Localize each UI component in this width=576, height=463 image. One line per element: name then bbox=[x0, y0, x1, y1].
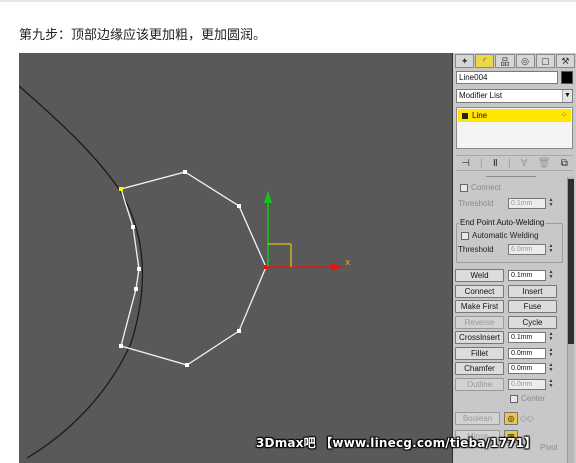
make-first-button[interactable]: Make First bbox=[455, 300, 504, 313]
modifier-list-label: Modifier List bbox=[459, 91, 503, 100]
subobject-dots-icon: ⁘ bbox=[561, 112, 568, 119]
fuse-button[interactable]: Fuse bbox=[508, 300, 557, 313]
site-watermark: 3Dmax吧 【www.linecg.com/tieba/1771】 bbox=[256, 436, 537, 450]
show-end-result-icon[interactable]: Ⅱ bbox=[493, 158, 498, 169]
spinner-arrows-icon[interactable]: ▲ ▼ bbox=[548, 198, 554, 209]
gizmo-x-arrow bbox=[331, 263, 343, 271]
vertex bbox=[131, 225, 135, 229]
connect-option[interactable]: Connect bbox=[460, 183, 501, 192]
spinner-arrows-icon[interactable]: ▲ ▼ bbox=[548, 270, 554, 281]
chevron-down-icon[interactable]: ▼ bbox=[562, 90, 572, 102]
boolean-union-icon[interactable]: ◎ bbox=[504, 412, 518, 425]
cross-insert-spinner[interactable]: 0.1mm bbox=[508, 332, 546, 343]
object-color-swatch[interactable] bbox=[561, 71, 573, 84]
spinner-arrows-icon[interactable]: ▲ ▼ bbox=[548, 379, 554, 390]
modifier-stack[interactable]: Line ⁘ bbox=[456, 107, 573, 149]
hierarchy-tab-icon[interactable]: 品 bbox=[495, 54, 515, 68]
boolean-subtract-icon[interactable]: ◇◇ bbox=[520, 413, 534, 424]
divider: | bbox=[480, 157, 483, 169]
motion-tab-icon[interactable]: ◎ bbox=[515, 54, 535, 68]
vertex bbox=[183, 170, 187, 174]
weld-threshold-label: Threshold bbox=[458, 245, 494, 254]
connect-button[interactable]: Connect bbox=[455, 285, 504, 298]
max-screenshot: x ✦ ◜ 品 ◎ ▢ ⚒ Line004 Modifier List ▼ Li… bbox=[19, 53, 576, 463]
stack-item-label: Line bbox=[472, 111, 488, 120]
center-option[interactable]: Center bbox=[510, 394, 545, 403]
stack-toolbar: ⊣ | Ⅱ | ∀ 🗑 ⧉ bbox=[456, 155, 573, 171]
remove-modifier-icon[interactable]: 🗑 bbox=[538, 158, 551, 169]
cross-insert-button[interactable]: CrossInsert bbox=[455, 331, 504, 344]
vertex bbox=[185, 363, 189, 367]
gizmo-x-label: x bbox=[345, 258, 351, 268]
divider: | bbox=[507, 157, 511, 169]
center-checkbox[interactable] bbox=[510, 394, 518, 403]
top-rule bbox=[0, 0, 576, 2]
pivot-label: Pivot bbox=[540, 443, 558, 452]
fillet-spinner[interactable]: 0.0mm bbox=[508, 348, 546, 359]
threshold-label: Threshold bbox=[458, 199, 494, 208]
automatic-welding-option[interactable]: Automatic Welding bbox=[461, 231, 539, 240]
stack-item-icon bbox=[462, 112, 468, 119]
vertex bbox=[137, 267, 141, 271]
vertex-first bbox=[119, 187, 123, 191]
connect-threshold-spinner[interactable]: 0.1mm bbox=[508, 198, 546, 209]
make-unique-icon[interactable]: ∀ bbox=[521, 158, 528, 169]
outline-spinner[interactable]: 0.0mm bbox=[508, 379, 546, 390]
connect-checkbox[interactable] bbox=[460, 183, 468, 192]
weld-button[interactable]: Weld bbox=[455, 269, 504, 282]
reference-outline-curve bbox=[19, 85, 144, 459]
spline-vertices[interactable] bbox=[119, 170, 268, 367]
pin-stack-icon[interactable]: ⊣ bbox=[461, 158, 470, 169]
center-label: Center bbox=[521, 394, 546, 403]
vertex bbox=[237, 204, 241, 208]
boolean-button[interactable]: Boolean bbox=[455, 412, 500, 425]
display-tab-icon[interactable]: ▢ bbox=[535, 54, 555, 68]
command-panel-tabs: ✦ ◜ 品 ◎ ▢ ⚒ bbox=[455, 54, 576, 68]
scrollbar-thumb[interactable] bbox=[568, 179, 574, 344]
automatic-welding-checkbox[interactable] bbox=[461, 231, 469, 240]
modify-tab-icon[interactable]: ◜ bbox=[475, 54, 495, 68]
weld-spinner[interactable]: 0.1mm bbox=[508, 270, 546, 281]
transform-gizmo[interactable]: x bbox=[264, 191, 351, 271]
weld-threshold-spinner[interactable]: 6.0mm bbox=[508, 244, 546, 255]
insert-button[interactable]: Insert bbox=[508, 285, 557, 298]
cycle-button[interactable]: Cycle bbox=[508, 316, 557, 329]
vertex bbox=[134, 287, 138, 291]
stack-item-line[interactable]: Line ⁘ bbox=[458, 109, 571, 122]
spinner-arrows-icon[interactable]: ▲ ▼ bbox=[548, 244, 554, 255]
create-tab-icon[interactable]: ✦ bbox=[455, 54, 475, 68]
panel-scrollbar[interactable] bbox=[567, 177, 574, 463]
group-top-edge bbox=[486, 176, 536, 180]
vertex bbox=[237, 329, 241, 333]
utilities-tab-icon[interactable]: ⚒ bbox=[555, 54, 576, 68]
gizmo-y-arrow bbox=[264, 191, 272, 203]
command-panel: ✦ ◜ 品 ◎ ▢ ⚒ Line004 Modifier List ▼ Line… bbox=[452, 53, 576, 463]
viewport-canvas[interactable]: x bbox=[19, 53, 452, 463]
spinner-arrows-icon[interactable]: ▲ ▼ bbox=[548, 348, 554, 359]
chamfer-button[interactable]: Chamfer bbox=[455, 362, 504, 375]
perspective-viewport[interactable]: x bbox=[19, 53, 452, 463]
automatic-welding-label: Automatic Welding bbox=[472, 231, 539, 240]
geometry-rollout: Connect Threshold 0.1mm ▲ ▼ End Point Aut… bbox=[455, 176, 565, 463]
step-caption: 第九步：顶部边缘应该更加粗，更加圆润。 bbox=[19, 28, 267, 43]
reverse-button[interactable]: Reverse bbox=[455, 316, 504, 329]
chamfer-spinner[interactable]: 0.0mm bbox=[508, 363, 546, 374]
fillet-button[interactable]: Fillet bbox=[455, 347, 504, 360]
spinner-arrows-icon[interactable]: ▲ ▼ bbox=[548, 363, 554, 374]
modifier-list-dropdown[interactable]: Modifier List ▼ bbox=[456, 89, 573, 103]
outline-button[interactable]: Outline bbox=[455, 378, 504, 391]
object-name-field[interactable]: Line004 bbox=[456, 71, 558, 84]
configure-sets-icon[interactable]: ⧉ bbox=[561, 158, 568, 169]
spinner-arrows-icon[interactable]: ▲ ▼ bbox=[548, 332, 554, 343]
vertex bbox=[119, 344, 123, 348]
auto-weld-group bbox=[456, 223, 563, 263]
connect-label: Connect bbox=[471, 183, 501, 192]
auto-weld-title: End Point Auto-Welding bbox=[459, 218, 546, 227]
